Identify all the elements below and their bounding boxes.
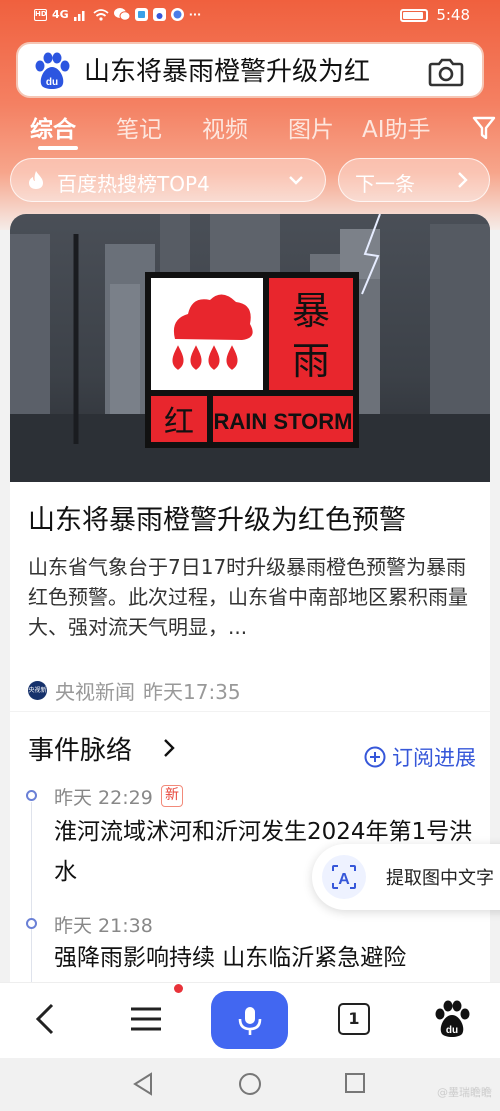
plus-circle-icon — [364, 746, 386, 768]
wifi-icon — [93, 8, 109, 21]
timeline-time: 昨天 22:29 — [54, 787, 153, 809]
battery-icon — [400, 8, 429, 22]
tab-count-button[interactable]: 1 — [338, 1003, 370, 1035]
baidu-home-icon[interactable]: du — [432, 999, 472, 1039]
timeline-line — [31, 802, 32, 982]
search-bar[interactable]: du 山东将暴雨橙警升级为红 — [16, 42, 484, 98]
baidu-paw-logo: du — [35, 52, 70, 89]
warning-char-bao: 暴 — [292, 289, 330, 333]
warning-char-yu: 雨 — [292, 339, 330, 383]
signal-icon — [73, 10, 85, 21]
timeline-item-text[interactable]: 强降雨影响持续 山东临沂紧急避险 — [54, 938, 474, 978]
tab-notes[interactable]: 笔记 — [116, 110, 162, 144]
subscribe-progress-button[interactable]: 订阅进展 — [364, 742, 476, 772]
text-scan-icon: A — [322, 855, 366, 899]
filter-icon[interactable] — [470, 114, 500, 142]
camera-icon[interactable] — [428, 57, 464, 87]
next-item-label: 下一条 — [355, 172, 415, 196]
watermark: @墨瑞瞻瞻 — [437, 1086, 492, 1099]
svg-text:du: du — [46, 77, 58, 88]
wechat-icon — [113, 8, 130, 21]
publish-time: 昨天17:35 — [143, 680, 241, 704]
voice-search-button[interactable] — [211, 991, 288, 1049]
signal-label: 4G — [52, 8, 69, 21]
tab-video[interactable]: 视频 — [202, 110, 248, 144]
app-icon-1 — [134, 8, 148, 21]
source-name: 央视新闻 — [55, 680, 135, 704]
hot-search-label: 百度热搜榜TOP4 — [57, 172, 210, 196]
active-tab-underline — [38, 146, 78, 150]
timeline-dot — [26, 918, 37, 929]
timeline-dot — [26, 790, 37, 801]
svg-text:du: du — [446, 1025, 458, 1036]
tab-images[interactable]: 图片 — [288, 110, 334, 144]
tab-ai-assistant[interactable]: AI助手 — [362, 110, 431, 144]
menu-notification-dot — [174, 984, 183, 993]
system-home-icon[interactable] — [238, 1072, 262, 1096]
warning-red-char: 红 — [164, 405, 194, 440]
next-item-button[interactable]: 下一条 — [338, 158, 490, 202]
news-card[interactable]: 暴 雨 红 RAIN STORM 山东将暴雨橙警升级为红色预警 山东省气象台于7… — [10, 214, 490, 711]
svg-text:A: A — [338, 871, 350, 888]
search-input[interactable]: 山东将暴雨橙警升级为红 — [84, 55, 429, 89]
system-recents-icon[interactable] — [344, 1072, 366, 1094]
system-navigation-bar: @墨瑞瞻瞻 — [0, 1058, 500, 1111]
clock: 5:48 — [436, 6, 470, 24]
chevron-right-icon — [458, 172, 468, 188]
baidu-app-icon — [152, 8, 166, 21]
article-source: 央视新闻 央视新闻 昨天17:35 — [28, 676, 241, 711]
system-back-icon[interactable] — [132, 1072, 154, 1096]
cctv-news-logo: 央视新闻 — [28, 681, 47, 711]
menu-icon[interactable] — [126, 999, 166, 1039]
subscribe-label: 订阅进展 — [392, 746, 476, 770]
status-bar: HD 4G ··· 5:48 — [0, 0, 500, 32]
carrier-hd-icon: HD — [34, 8, 47, 21]
warning-en-label: RAIN STORM — [214, 409, 353, 434]
article-title[interactable]: 山东将暴雨橙警升级为红色预警 — [28, 498, 406, 537]
microphone-icon — [238, 1007, 262, 1035]
article-description: 山东省气象台于7日17时升级暴雨橙色预警为暴雨红色预警。此次过程，山东省中南部地… — [28, 555, 468, 639]
new-badge: 新 — [161, 785, 183, 807]
extract-text-button[interactable]: A 提取图中文字 — [312, 844, 500, 910]
timeline-heading[interactable]: 事件脉络 — [28, 730, 132, 767]
chevron-down-icon — [289, 176, 303, 185]
category-tabs: 综合 笔记 视频 图片 AI助手 — [0, 104, 500, 150]
timeline-time: 昨天 21:38 — [54, 915, 153, 937]
back-icon[interactable] — [26, 999, 66, 1039]
flame-icon — [29, 171, 43, 189]
bottom-navigation: 1 du — [0, 982, 500, 1058]
rainstorm-warning-image[interactable]: 暴 雨 红 RAIN STORM — [10, 214, 490, 482]
chevron-right-icon[interactable] — [162, 738, 176, 758]
hot-search-pill[interactable]: 百度热搜榜TOP4 — [10, 158, 326, 202]
extract-text-label: 提取图中文字 — [386, 868, 494, 889]
more-notifications-icon: ··· — [188, 8, 202, 21]
app-icon-2 — [170, 8, 184, 21]
tab-all[interactable]: 综合 — [30, 110, 76, 144]
